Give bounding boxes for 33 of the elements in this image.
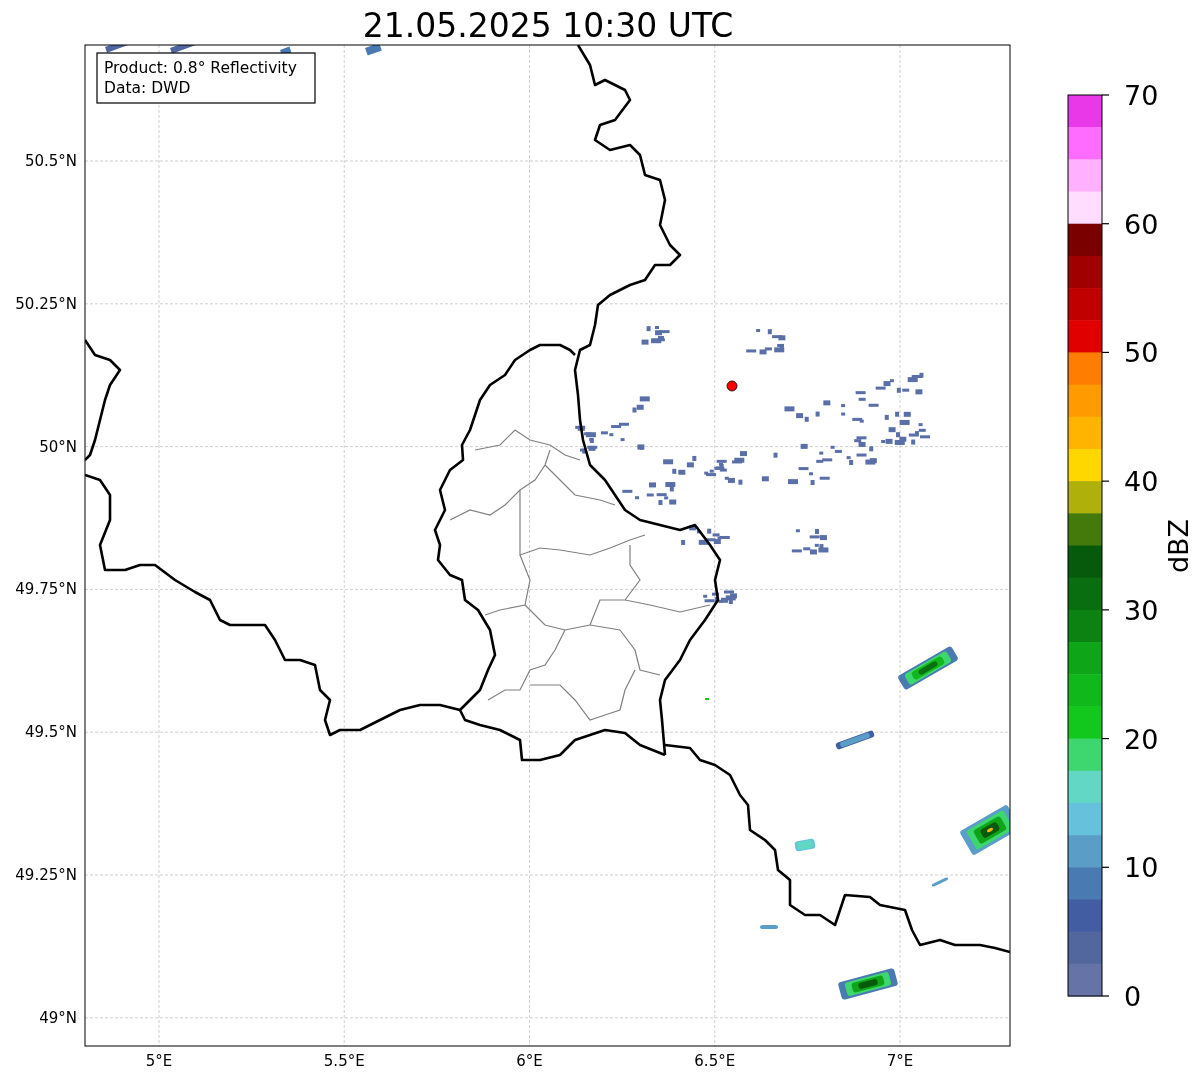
- colorbar-tick-label: 10: [1124, 852, 1159, 884]
- latitude-label: 49°N: [39, 1008, 77, 1027]
- tick-mark: [1101, 351, 1110, 354]
- map-title: 21.05.2025 10:30 UTC: [362, 6, 734, 45]
- tick-mark: [1101, 866, 1110, 868]
- tick-mark: [1101, 223, 1110, 225]
- colorbar-tick-label: 70: [1124, 80, 1159, 111]
- radar-site-marker: [726, 380, 738, 392]
- colorbar-tick-label: 20: [1124, 723, 1159, 755]
- tick-mark: [1101, 737, 1110, 740]
- longitude-label: 5°E: [145, 1052, 173, 1070]
- latitude-label: 50.5°N: [24, 152, 77, 170]
- colorbar-tick-label: 50: [1124, 337, 1159, 369]
- tick-mark: [1101, 609, 1110, 611]
- longitude-label: 5.5°E: [323, 1052, 365, 1070]
- latitude-label: 49.75°N: [15, 580, 77, 599]
- longitude-label: 6.5°E: [694, 1052, 736, 1070]
- latitude-label: 49.25°N: [15, 866, 77, 884]
- tick-mark: [1101, 480, 1110, 482]
- longitude-label: 7°E: [886, 1052, 914, 1070]
- latitude-label: 50°N: [39, 437, 77, 456]
- latitude-label: 49.5°N: [24, 723, 77, 742]
- tick-mark: [1101, 995, 1110, 997]
- colorbar-label: dBZ: [1163, 518, 1194, 574]
- info-text: Data: DWD: [104, 79, 191, 97]
- colorbar-tick-label: 0: [1124, 981, 1142, 1012]
- colorbar-tick-label: 40: [1124, 466, 1159, 498]
- colorbar-tick-label: 30: [1124, 594, 1159, 626]
- latitude-label: 50.25°N: [15, 294, 77, 313]
- info-text: Product: 0.8° Reflectivity: [104, 59, 297, 77]
- tick-mark: [1101, 94, 1110, 96]
- longitude-label: 6°E: [516, 1052, 543, 1070]
- colorbar-tick-label: 60: [1124, 208, 1159, 240]
